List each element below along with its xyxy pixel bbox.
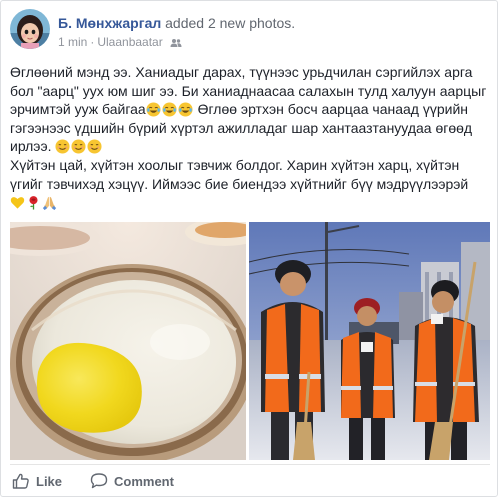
post-location[interactable]: Ulaanbaatar <box>97 35 162 49</box>
post-paragraph-2-text: Хүйтэн цай, хүйтэн хоолыг тэвчиж болдог.… <box>10 156 469 192</box>
avatar[interactable] <box>10 9 50 49</box>
photo-grid <box>10 222 490 460</box>
yellow-heart-icon <box>10 197 25 209</box>
bowl-photo-icon <box>10 222 246 460</box>
thumbs-up-icon <box>12 473 29 489</box>
post-card: Б. Мөнхжаргал added 2 new photos. 1 min ·… <box>0 0 498 497</box>
post-action-text: added 2 new photos. <box>161 15 296 31</box>
post-header: Б. Мөнхжаргал added 2 new photos. 1 min ·… <box>10 9 490 53</box>
smiling-emoji-icon <box>71 139 86 154</box>
friends-icon[interactable] <box>170 37 182 52</box>
post-paragraph-2: Хүйтэн цай, хүйтэн хоолыг тэвчиж болдог.… <box>10 156 492 193</box>
like-label: Like <box>36 473 63 489</box>
post-paragraph-1: Өглөөний мэнд ээ. Ханиадыг дарах, түүнээ… <box>10 63 492 156</box>
praying-hands-icon <box>42 197 57 211</box>
post-text: Өглөөний мэнд ээ. Ханиадыг дарах, түүнээ… <box>10 63 492 212</box>
workers-photo-icon <box>249 222 490 460</box>
smiling-emoji-icon <box>55 139 70 154</box>
post-time[interactable]: 1 min <box>58 35 87 49</box>
meta-separator: · <box>90 35 95 49</box>
post-emoji-line <box>10 193 492 212</box>
rose-icon <box>29 196 38 210</box>
like-button[interactable]: Like <box>12 468 62 494</box>
actions-divider <box>10 464 490 465</box>
laughing-tears-emoji-icon <box>162 102 177 117</box>
post-meta: 1 min · Ulaanbaatar <box>58 35 182 52</box>
smiling-emoji-icon <box>87 139 102 154</box>
author-line: Б. Мөнхжаргал added 2 new photos. <box>58 14 295 32</box>
photo-street-workers[interactable] <box>249 222 490 460</box>
author-name[interactable]: Б. Мөнхжаргал <box>58 15 161 31</box>
comment-bubble-icon <box>90 473 108 489</box>
photo-aarts-bowl[interactable] <box>10 222 246 460</box>
laughing-tears-emoji-icon <box>178 102 193 117</box>
comment-label: Comment <box>114 473 174 489</box>
comment-button[interactable]: Comment <box>90 468 174 494</box>
laughing-tears-emoji-icon <box>146 102 161 117</box>
post-actions: Like Comment <box>10 468 490 494</box>
